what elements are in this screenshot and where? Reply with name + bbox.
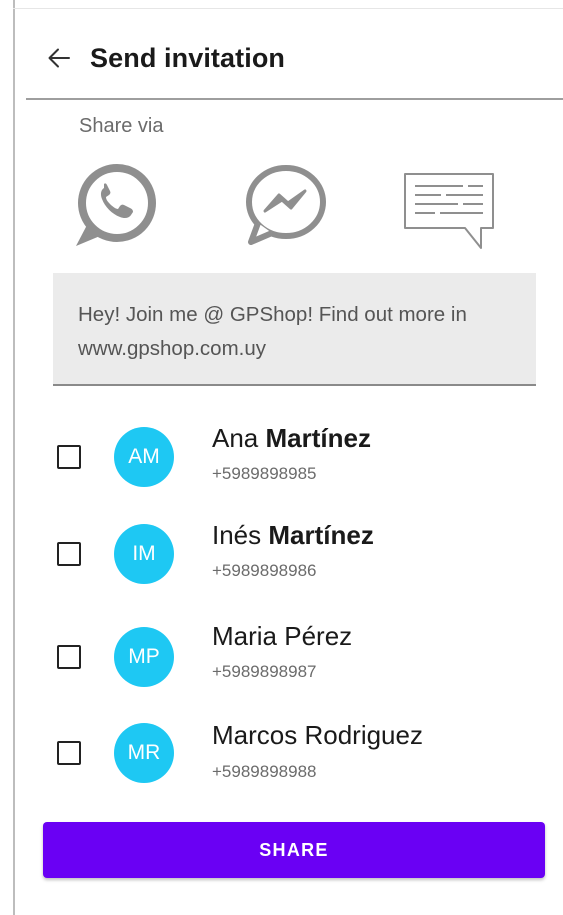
share-button[interactable]: SHARE [43,822,545,878]
avatar: AM [114,427,174,487]
contact-item: AM Ana Martínez +5989898985 [55,415,535,495]
share-via-label: Share via [79,115,164,137]
contact-item: MP Maria Pérez +5989898987 [55,609,535,689]
contact-phone: +5989898985 [212,464,317,483]
contact-checkbox[interactable] [57,645,81,669]
arrow-left-icon[interactable] [46,45,72,71]
avatar: MP [114,627,174,687]
contact-name: Inés Martínez [212,520,374,550]
contact-checkbox[interactable] [57,741,81,765]
contact-name: Ana Martínez [212,423,371,453]
app-header: Send invitation [46,38,285,78]
messenger-icon[interactable] [243,163,333,252]
whatsapp-icon[interactable] [70,163,160,252]
contact-item: IM Inés Martínez +5989898986 [55,512,535,592]
avatar: IM [114,524,174,584]
contact-phone: +5989898986 [212,561,317,580]
contact-phone: +5989898988 [212,762,317,781]
contact-checkbox[interactable] [57,542,81,566]
contact-name: Marcos Rodriguez [212,720,423,750]
frame-border-left [13,0,15,915]
invitation-message-field[interactable]: Hey! Join me @ GPShop! Find out more in … [53,273,536,386]
frame-border-top [13,8,563,9]
contact-checkbox[interactable] [57,445,81,469]
page-title: Send invitation [90,42,286,73]
contact-name: Maria Pérez [212,621,353,651]
sms-message-icon[interactable] [403,172,495,255]
header-divider [26,98,563,100]
contact-phone: +5989898987 [212,662,317,681]
contact-item: MR Marcos Rodriguez +5989898988 [55,706,535,786]
avatar: MR [114,723,174,783]
